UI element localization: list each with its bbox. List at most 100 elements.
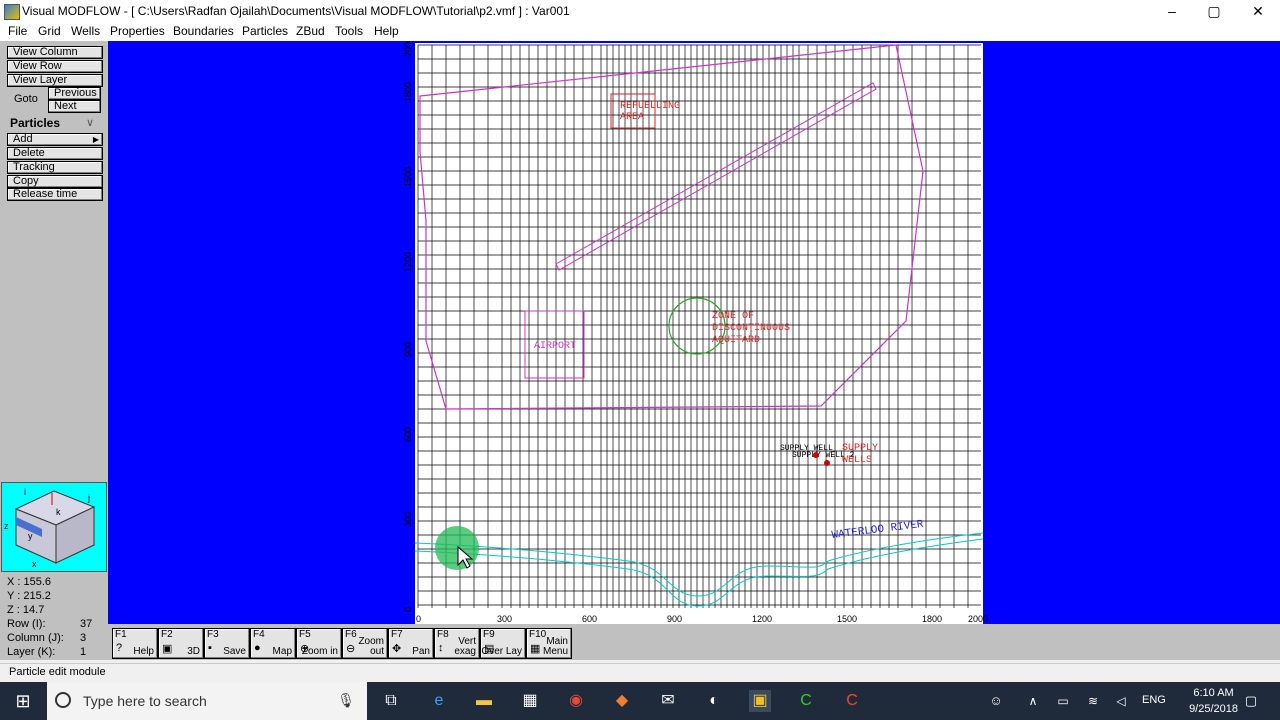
next-button[interactable]: Next [48, 100, 101, 113]
chrome-icon[interactable]: ◉ [565, 690, 587, 712]
fkey-f9-button[interactable]: F9 ▤ Over Lay [480, 628, 526, 659]
app-icon-orange[interactable]: ◆ [611, 690, 633, 712]
y-tick-label: 900 [403, 342, 413, 357]
map-canvas[interactable]: 0 300 600 900 1200 1500 1800 2000 0 300 600 900 120… [108, 41, 1280, 624]
fkey-f5-button[interactable]: F5 ⊕ Zoom in [296, 628, 342, 659]
tracking-button[interactable]: Tracking [7, 161, 103, 174]
clock[interactable]: 6:10 AM 9/25/2018 [1189, 685, 1238, 717]
fkey-f10-button[interactable]: F10 ▦ Main Menu [526, 628, 572, 659]
mail-icon[interactable]: ✉ [657, 690, 679, 712]
model-grid-map[interactable]: 0 300 600 900 1200 1500 1800 2000 0 300 600 900 120… [108, 41, 1280, 624]
visual-modflow-taskbar-icon[interactable]: ▣ [749, 690, 771, 712]
menu-grid[interactable]: Grid [38, 24, 61, 38]
y-tick-label: 600 [403, 427, 413, 442]
store-icon[interactable]: ▦ [519, 690, 541, 712]
view-layer-button[interactable]: View Layer [7, 74, 103, 87]
x-tick-label: 300 [497, 614, 512, 624]
x-label: X : [7, 576, 21, 588]
fkey-code: F9 [483, 629, 495, 640]
language-indicator[interactable]: ENG [1142, 694, 1166, 706]
axis-z-label: z [4, 521, 9, 531]
area-label: AREA [620, 112, 644, 123]
axis-j-label: j [87, 493, 90, 503]
edge-icon[interactable]: e [428, 690, 450, 712]
x-value: 155.6 [23, 576, 52, 588]
well-marker-1[interactable] [813, 452, 819, 458]
y-tick-label: 0 [403, 607, 413, 612]
layer-value: 1 [80, 646, 87, 658]
3d-icon: ▣ [162, 643, 173, 655]
release-time-button[interactable]: Release time [7, 188, 103, 201]
menu-boundaries[interactable]: Boundaries [173, 24, 234, 38]
fkey-label: Map [272, 646, 292, 657]
fkey-f6-button[interactable]: F6 ⊖ Zoom out [342, 628, 388, 659]
add-button[interactable]: Add ▶ [7, 133, 103, 146]
menu-wells[interactable]: Wells [71, 24, 100, 38]
view-row-button[interactable]: View Row [7, 60, 103, 73]
menu-bar: File Grid Wells Properties Boundaries Pa… [0, 22, 1280, 41]
fkey-f7-button[interactable]: F7 ✥ Pan [388, 628, 434, 659]
fkey-code: F3 [207, 629, 219, 640]
axis-y-label: y [28, 531, 33, 541]
clock-date: 9/25/2018 [1189, 703, 1238, 715]
wifi-icon[interactable]: ≋ [1082, 690, 1104, 712]
goto-label: Goto [14, 93, 38, 105]
well-marker-2[interactable] [824, 460, 830, 466]
menu-file[interactable]: File [8, 24, 27, 38]
battery-icon[interactable]: ▭ [1052, 690, 1074, 712]
recorder-icon[interactable]: C [841, 690, 863, 712]
app-icon-grey[interactable]: ◐ [703, 690, 725, 712]
axis-k-label: k [56, 507, 61, 517]
file-explorer-icon[interactable]: ▬ [473, 690, 495, 712]
y-tick-label: 300 [403, 512, 413, 527]
copy-button[interactable]: Copy [7, 175, 103, 188]
people-icon[interactable]: ☺ [985, 690, 1007, 712]
view-column-button[interactable]: View Column [7, 46, 103, 59]
microphone-icon[interactable]: 🎙 [337, 692, 355, 709]
volume-icon[interactable]: ◁ [1110, 690, 1132, 712]
floppy-icon: ▪ [208, 642, 212, 654]
minimize-button[interactable]: – [1150, 0, 1194, 22]
delete-button[interactable]: Delete [7, 147, 103, 160]
z-label: Z : [7, 604, 20, 616]
orientation-cube[interactable]: k i j z y x [1, 482, 107, 572]
menu-properties[interactable]: Properties [110, 24, 165, 38]
axis-x-label: x [32, 559, 37, 569]
notification-icon[interactable]: ▢ [1240, 690, 1262, 712]
row-label: Row (I): [7, 618, 46, 630]
menu-particles[interactable]: Particles [242, 24, 288, 38]
zone-label-2: DISCONTINUOUS [712, 323, 790, 334]
fkey-f2-button[interactable]: F2 ▣ 3D [158, 628, 204, 659]
windows-start-icon[interactable]: ⊞ [12, 690, 34, 712]
task-view-icon[interactable]: ⧉ [380, 690, 402, 712]
zone-label-3: AQUITARD [712, 335, 760, 346]
fkey-label: Over Lay [481, 646, 522, 657]
y-value: 215.2 [23, 590, 51, 602]
restore-button[interactable]: ▢ [1192, 0, 1236, 22]
close-button[interactable]: ✕ [1236, 0, 1280, 22]
y-axis-ticks: 0 300 600 900 1200 1500 1800 2000 [403, 41, 413, 612]
y-tick-label: 1200 [403, 252, 413, 272]
fkey-code: F5 [299, 629, 311, 640]
clock-time: 6:10 AM [1193, 687, 1234, 699]
status-text: Particle edit module [9, 666, 106, 678]
chevron-up-icon[interactable]: ∧ [1022, 690, 1044, 712]
menu-zbud[interactable]: ZBud [296, 24, 325, 38]
menu-tools[interactable]: Tools [335, 24, 363, 38]
menu-help[interactable]: Help [374, 24, 399, 38]
camtasia-icon[interactable]: C [795, 690, 817, 712]
fkey-label: Zoom out [358, 636, 384, 657]
fkey-f4-button[interactable]: F4 ● Map [250, 628, 296, 659]
fkey-f8-button[interactable]: F8 ↕ Vert exag [434, 628, 480, 659]
x-tick-label: 900 [667, 614, 682, 624]
function-key-bar: F1? Help F2 ▣ 3D F3 ▪ Save F4 ● Map F5 ⊕ Zoom in F6 ⊖ Zo… [108, 624, 1280, 660]
taskbar-search[interactable]: Type here to search 🎙 [47, 682, 367, 720]
previous-button[interactable]: Previous [48, 87, 101, 100]
fkey-f1-button[interactable]: F1? Help [112, 628, 158, 659]
axis-i-label: i [24, 487, 26, 497]
left-panel: View Column View Row View Layer Goto Pre… [0, 41, 108, 660]
panel-section-title: Particles [10, 116, 61, 130]
chevron-down-icon[interactable]: ∨ [86, 116, 94, 129]
wells-label: WELLS [842, 455, 872, 466]
fkey-f3-button[interactable]: F3 ▪ Save [204, 628, 250, 659]
